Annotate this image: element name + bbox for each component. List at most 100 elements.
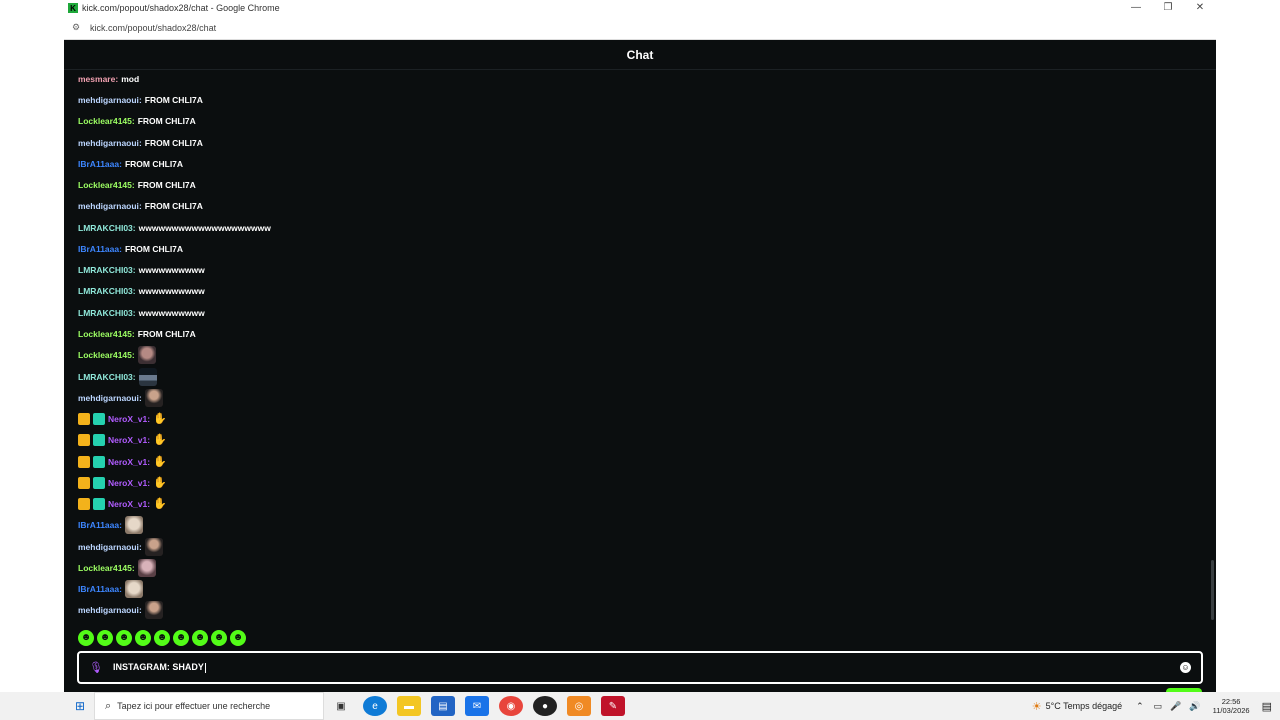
- face-emote-icon[interactable]: [137, 346, 156, 364]
- lady-emote-icon[interactable]: [137, 559, 156, 577]
- message-text: FROM CHLI7A: [137, 329, 196, 339]
- username[interactable]: Locklear4145:: [78, 329, 135, 339]
- username[interactable]: LMRAKCHI03:: [78, 372, 136, 382]
- username[interactable]: mehdigarnaoui:: [78, 201, 142, 211]
- subscriber-badge-icon[interactable]: [93, 456, 105, 468]
- chat-scrollbar[interactable]: [1211, 560, 1214, 620]
- address-bar[interactable]: ⚙ kick.com/popout/shadox28/chat: [64, 16, 1216, 40]
- emote-quick-icon[interactable]: ☻: [192, 630, 208, 646]
- chat-message: LMRAKCHI03: wwwwwwwwww: [78, 283, 205, 299]
- network-icon[interactable]: ▭: [1154, 701, 1163, 712]
- weather-text[interactable]: 5°C Temps dégagé: [1046, 701, 1122, 711]
- message-text: FROM CHLI7A: [124, 244, 184, 254]
- username[interactable]: mehdigarnaoui:: [78, 95, 142, 105]
- subscriber-badge-icon[interactable]: [93, 434, 105, 446]
- hands-emote-icon[interactable]: ✋: [153, 434, 167, 446]
- username[interactable]: Locklear4145:: [78, 180, 135, 190]
- clock[interactable]: 22:56 11/03/2026: [1213, 697, 1250, 715]
- emote-quick-icon[interactable]: ☻: [230, 630, 246, 646]
- crown-badge-icon[interactable]: [78, 456, 90, 468]
- username[interactable]: Locklear4145:: [78, 116, 135, 126]
- subscriber-badge-icon[interactable]: [93, 477, 105, 489]
- emote-quick-icon[interactable]: ☻: [135, 630, 151, 646]
- username[interactable]: NeroX_v1:: [108, 435, 150, 445]
- emote-quick-icon[interactable]: ☻: [116, 630, 132, 646]
- hands-emote-icon[interactable]: ✋: [153, 477, 167, 489]
- man-emote-icon[interactable]: [144, 389, 163, 407]
- chat-message: LMRAKCHI03: wwwwwwwwww: [78, 262, 205, 278]
- username[interactable]: LMRAKCHI03:: [78, 308, 136, 318]
- microphone-tray-icon[interactable]: 🎤: [1170, 701, 1181, 712]
- message-text: FROM CHLI7A: [144, 201, 203, 211]
- close-icon[interactable]: ✕: [1184, 0, 1216, 16]
- minimize-icon[interactable]: —: [1120, 0, 1152, 16]
- dog-emote-icon[interactable]: [124, 580, 143, 598]
- username[interactable]: IBrA11aaa:: [78, 244, 122, 254]
- username[interactable]: NeroX_v1:: [108, 499, 150, 509]
- hands-emote-icon[interactable]: ✋: [153, 456, 167, 468]
- hands-emote-icon[interactable]: ✋: [153, 413, 167, 425]
- username[interactable]: NeroX_v1:: [108, 414, 150, 424]
- task-view-icon[interactable]: ▣: [329, 696, 353, 716]
- volume-icon[interactable]: 🔊: [1189, 701, 1200, 712]
- chevron-up-icon[interactable]: ⌃: [1136, 701, 1144, 712]
- taskbar-search[interactable]: ⌕ Tapez ici pour effectuer une recherche: [94, 692, 324, 720]
- emote-quick-icon[interactable]: ☻: [97, 630, 113, 646]
- car-emote-icon[interactable]: [138, 368, 157, 386]
- desktop-left: [0, 0, 64, 692]
- man-emote-icon[interactable]: [144, 601, 163, 619]
- username[interactable]: IBrA11aaa:: [78, 520, 122, 530]
- man-emote-icon[interactable]: [144, 538, 163, 556]
- crown-badge-icon[interactable]: [78, 413, 90, 425]
- username[interactable]: mesmare:: [78, 74, 118, 84]
- username[interactable]: IBrA11aaa:: [78, 584, 122, 594]
- username[interactable]: Locklear4145:: [78, 563, 135, 573]
- username[interactable]: NeroX_v1:: [108, 478, 150, 488]
- hands-emote-icon[interactable]: ✋: [153, 498, 167, 510]
- username[interactable]: NeroX_v1:: [108, 457, 150, 467]
- emote-quick-icon[interactable]: ☻: [211, 630, 227, 646]
- chat-input[interactable]: INSTAGRAM: SHADY: [113, 662, 206, 673]
- emote-quick-icon[interactable]: ☻: [154, 630, 170, 646]
- edge-icon[interactable]: e: [363, 696, 387, 716]
- username[interactable]: LMRAKCHI03:: [78, 286, 136, 296]
- window-title: kick.com/popout/shadox28/chat - Google C…: [82, 3, 280, 13]
- pdf-icon[interactable]: ✎: [601, 696, 625, 716]
- chat-message: IBrA11aaa: FROM CHLI7A: [78, 156, 183, 172]
- crown-badge-icon[interactable]: [78, 434, 90, 446]
- store-icon[interactable]: ▤: [431, 696, 455, 716]
- file-explorer-icon[interactable]: ▬: [397, 696, 421, 716]
- subscriber-badge-icon[interactable]: [93, 413, 105, 425]
- username[interactable]: IBrA11aaa:: [78, 159, 122, 169]
- crown-badge-icon[interactable]: [78, 498, 90, 510]
- dog-emote-icon[interactable]: [124, 516, 143, 534]
- username[interactable]: mehdigarnaoui:: [78, 605, 142, 615]
- username[interactable]: mehdigarnaoui:: [78, 542, 142, 552]
- chat-input-box[interactable]: 🎙 INSTAGRAM: SHADY ☺: [77, 651, 1203, 684]
- weather-icon[interactable]: ☀: [1032, 700, 1042, 713]
- emote-quick-icon[interactable]: ☻: [78, 630, 94, 646]
- app-icon[interactable]: ●: [533, 696, 557, 716]
- kick-favicon-icon: K: [68, 3, 78, 13]
- username[interactable]: mehdigarnaoui:: [78, 138, 142, 148]
- emoji-picker-icon[interactable]: ☺: [1180, 662, 1191, 673]
- mail-icon[interactable]: ✉: [465, 696, 489, 716]
- message-text: FROM CHLI7A: [144, 138, 203, 148]
- username[interactable]: mehdigarnaoui:: [78, 393, 142, 403]
- chat-header: Chat: [64, 40, 1216, 70]
- username[interactable]: Locklear4145:: [78, 350, 135, 360]
- notification-icon[interactable]: ▤: [1262, 700, 1272, 713]
- chrome-icon[interactable]: ◉: [499, 696, 523, 716]
- windows-start-icon[interactable]: ⊞: [66, 692, 94, 720]
- obs-icon[interactable]: ◎: [567, 696, 591, 716]
- emote-quick-icon[interactable]: ☻: [173, 630, 189, 646]
- subscriber-badge-icon[interactable]: [93, 498, 105, 510]
- restore-icon[interactable]: ❐: [1152, 0, 1184, 16]
- username[interactable]: LMRAKCHI03:: [78, 223, 136, 233]
- crown-badge-icon[interactable]: [78, 477, 90, 489]
- username[interactable]: LMRAKCHI03:: [78, 265, 136, 275]
- site-settings-icon[interactable]: ⚙: [72, 22, 84, 33]
- message-text: wwwwwwwwww: [138, 308, 205, 318]
- microphone-icon[interactable]: 🎙: [89, 661, 107, 674]
- chat-message: LMRAKCHI03: wwwwwwwwww: [78, 305, 205, 321]
